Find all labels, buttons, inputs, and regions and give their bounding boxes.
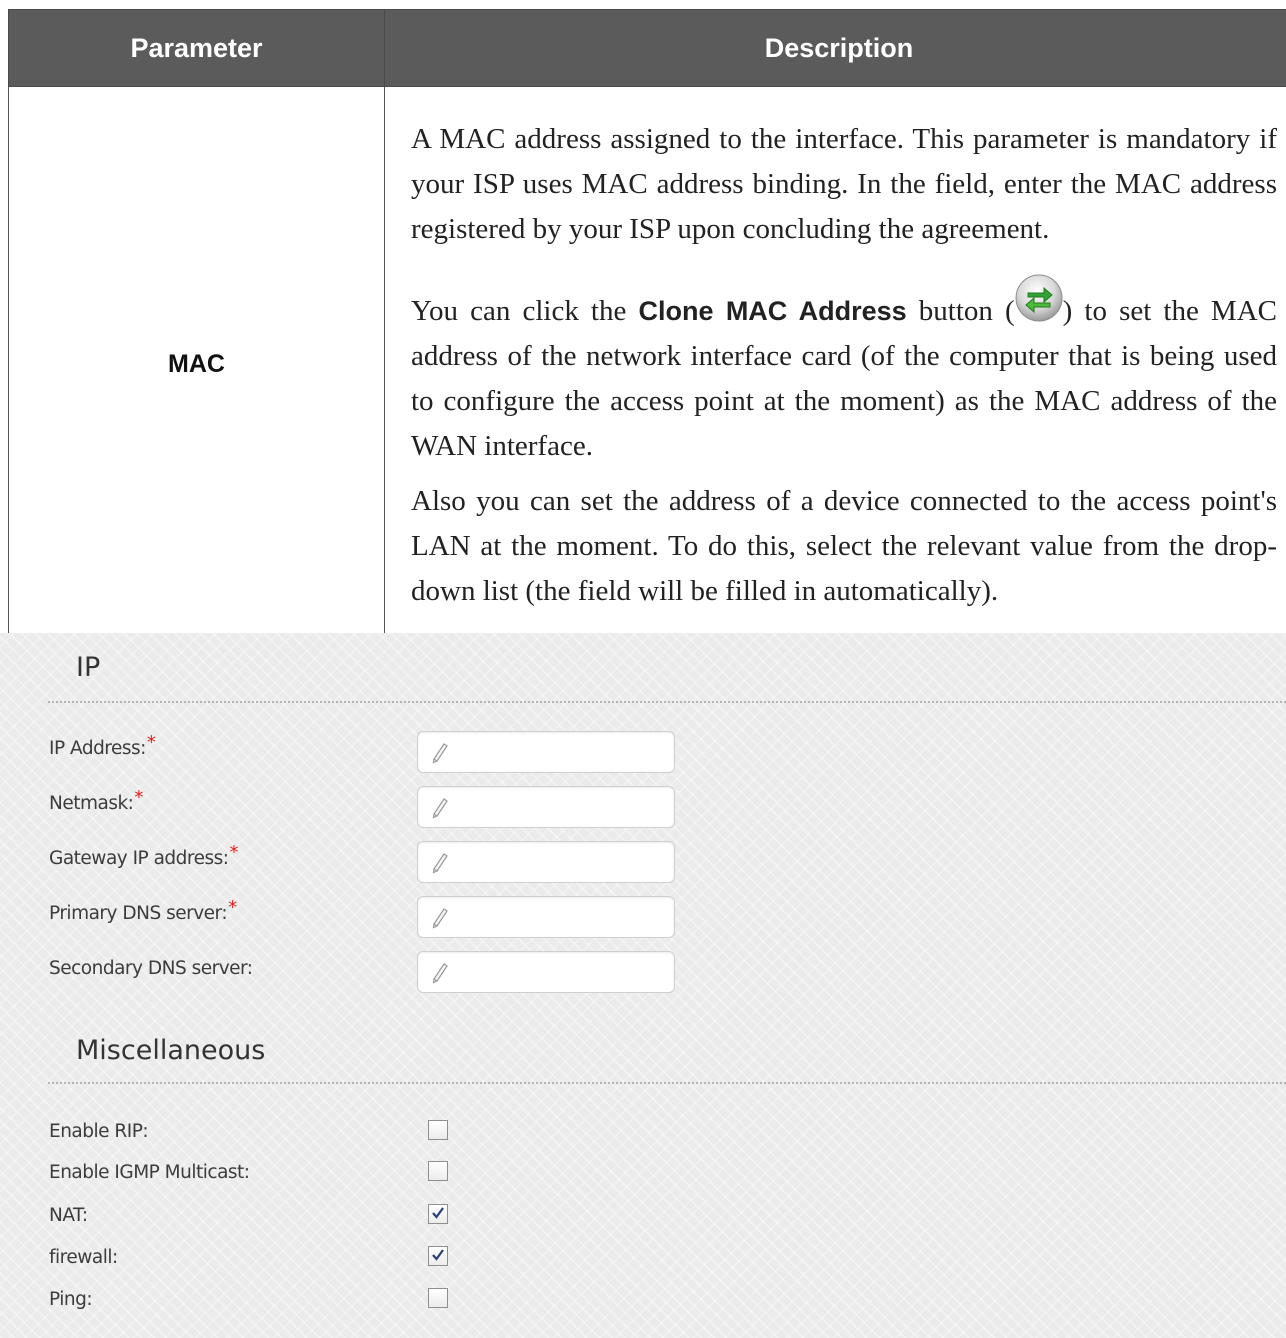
- section-title-ip: IP: [76, 652, 101, 683]
- parameter-table: Parameter Description MAC A MAC address …: [8, 9, 1286, 642]
- clone-mac-address-label: Clone MAC Address: [638, 295, 907, 326]
- pencil-icon: [432, 963, 448, 984]
- pencil-icon: [432, 743, 448, 764]
- primary-dns-field[interactable]: [417, 896, 675, 938]
- nat-checkbox[interactable]: [428, 1204, 448, 1224]
- pencil-icon: [432, 798, 448, 819]
- parameter-description: A MAC address assigned to the interface.…: [384, 86, 1286, 642]
- pencil-icon: [432, 908, 448, 929]
- enable-rip-label: Enable RIP:: [49, 1121, 149, 1142]
- netmask-field[interactable]: [417, 786, 675, 828]
- checkmark-icon: [432, 1207, 444, 1219]
- section-divider: [48, 1082, 1286, 1084]
- ip-address-label: IP Address:*: [49, 732, 156, 759]
- table-header-row: Parameter Description: [8, 9, 1286, 87]
- header-parameter: Parameter: [8, 9, 385, 87]
- section-title-miscellaneous: Miscellaneous: [76, 1035, 266, 1066]
- ip-address-field[interactable]: [417, 731, 675, 773]
- enable-igmp-multicast-label: Enable IGMP Multicast:: [49, 1162, 250, 1183]
- enable-igmp-multicast-checkbox[interactable]: [428, 1161, 448, 1181]
- nat-label: NAT:: [49, 1205, 88, 1226]
- firewall-label: firewall:: [49, 1247, 118, 1268]
- clone-mac-arrows-icon: [1013, 272, 1065, 324]
- secondary-dns-label: Secondary DNS server:: [49, 958, 253, 979]
- table-row: MAC A MAC address assigned to the interf…: [8, 86, 1286, 642]
- description-paragraph: You can click the Clone MAC Address butt…: [411, 272, 1277, 469]
- required-mark: *: [229, 842, 239, 863]
- ping-checkbox[interactable]: [428, 1288, 448, 1308]
- firewall-checkbox[interactable]: [428, 1246, 448, 1266]
- enable-rip-checkbox[interactable]: [428, 1120, 448, 1140]
- required-mark: *: [134, 787, 143, 808]
- required-mark: *: [228, 897, 237, 918]
- gateway-ip-label: Gateway IP address:*: [49, 842, 239, 869]
- section-divider: [48, 701, 1286, 703]
- checkmark-icon: [432, 1249, 444, 1261]
- gateway-ip-field[interactable]: [417, 841, 675, 883]
- header-description: Description: [384, 9, 1286, 87]
- required-mark: *: [146, 732, 156, 753]
- description-paragraph: Also you can set the address of a device…: [411, 484, 1277, 607]
- pencil-icon: [432, 853, 448, 874]
- parameter-name: MAC: [8, 86, 385, 642]
- netmask-label: Netmask:*: [49, 787, 143, 814]
- ping-label: Ping:: [49, 1289, 93, 1310]
- description-paragraph: A MAC address assigned to the interface.…: [411, 122, 1277, 245]
- settings-panel: IP IP Address:* Netmask:* Gateway IP add…: [0, 633, 1286, 1338]
- secondary-dns-field[interactable]: [417, 951, 675, 993]
- primary-dns-label: Primary DNS server:*: [49, 897, 237, 924]
